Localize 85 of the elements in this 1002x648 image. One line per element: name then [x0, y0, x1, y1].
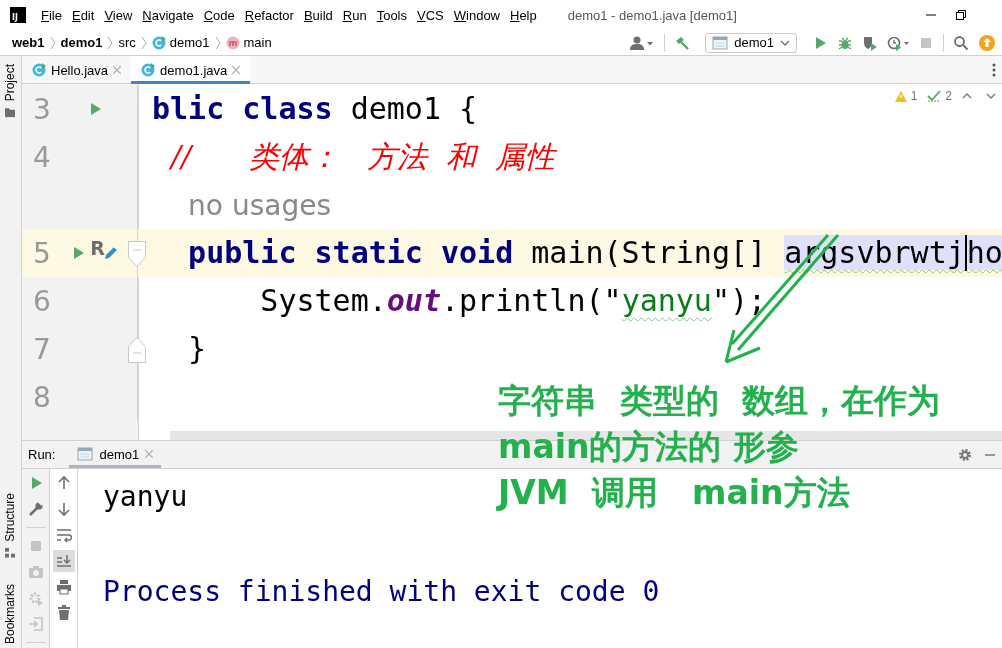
structure-icon — [5, 547, 16, 558]
breadcrumb[interactable]: web1 — [12, 35, 45, 50]
settings-icon[interactable] — [958, 447, 972, 462]
menu-item[interactable]: Edit — [66, 4, 100, 26]
separator-icon — [49, 35, 56, 50]
window-icon — [77, 447, 94, 461]
close-icon[interactable] — [113, 66, 122, 74]
method-icon — [225, 35, 240, 50]
line-number: 7 — [32, 332, 52, 366]
run-tab[interactable]: demo1 — [69, 441, 162, 468]
annotation-text: main的方法的 形参 — [498, 426, 799, 468]
weak-warning-count: 2 — [945, 89, 952, 103]
chevron-up-icon[interactable] — [962, 92, 972, 100]
tool-window-tab[interactable]: Bookmarks — [0, 579, 21, 648]
menu-item[interactable]: Tools — [371, 4, 412, 26]
print-icon[interactable] — [55, 579, 72, 595]
line-number: 8 — [32, 380, 52, 414]
breadcrumb[interactable]: demo1 — [169, 35, 210, 50]
menu-item[interactable]: Code — [198, 4, 240, 26]
menu-item[interactable]: File — [36, 4, 67, 26]
clock-run-icon[interactable] — [887, 34, 909, 51]
warning-count: 1 — [910, 89, 918, 103]
menu-item[interactable]: Window — [448, 4, 505, 26]
shield-run-icon[interactable] — [862, 34, 878, 51]
camera-icon[interactable] — [27, 564, 44, 580]
search-icon[interactable] — [953, 34, 969, 51]
code-line: System.out.println("yanyu"); — [259, 283, 767, 318]
gutter-label: R — [90, 238, 105, 258]
separator-icon — [140, 35, 147, 50]
line-number: 5 — [32, 236, 52, 270]
file-tab[interactable]: Hello.java — [22, 56, 132, 84]
menu-item[interactable]: Navigate — [137, 4, 199, 26]
breadcrumb[interactable]: demo1 — [60, 35, 103, 50]
window-title: demo1 - demo1.java [demo1] — [567, 7, 737, 23]
more-icon[interactable] — [992, 62, 996, 77]
folder-icon — [5, 107, 16, 118]
restore-icon[interactable] — [956, 10, 966, 20]
trash-icon[interactable] — [55, 605, 72, 621]
wrench-icon[interactable] — [27, 501, 44, 517]
annotation-text: JVM 调用 main方法 — [498, 472, 850, 514]
soft-wrap-icon[interactable] — [55, 527, 72, 543]
breadcrumb[interactable]: main — [243, 35, 272, 50]
gear-arrows-icon[interactable] — [27, 590, 44, 606]
chevron-down-icon — [780, 38, 790, 47]
code-line: // 类体： 方法 和 属性 — [168, 139, 556, 174]
user-icon[interactable] — [629, 34, 656, 51]
login-icon[interactable] — [27, 616, 44, 632]
line-number: 4 — [32, 140, 52, 174]
class-icon — [141, 63, 156, 77]
code-line: blic class demo1 { — [152, 91, 478, 126]
line-number: 3 — [32, 92, 52, 126]
warning-icon[interactable] — [894, 90, 907, 102]
menu-item[interactable]: Help — [505, 4, 542, 26]
window-icon — [712, 35, 729, 50]
menu-item[interactable]: View — [99, 4, 138, 26]
scroll-to-end-icon[interactable] — [52, 550, 75, 572]
console-line: yanyu — [103, 479, 188, 515]
class-icon — [32, 63, 46, 77]
fold-marker-icon[interactable] — [128, 241, 146, 267]
usage-hint[interactable]: no usages — [188, 189, 331, 222]
tool-window-tab[interactable]: Structure — [0, 489, 21, 562]
panel-title: Run: — [28, 447, 56, 462]
separator-icon — [214, 35, 221, 50]
hammer-icon[interactable] — [674, 34, 691, 51]
check-icon[interactable] — [927, 90, 942, 102]
menu-item[interactable]: Build — [298, 4, 338, 26]
separator-icon — [107, 35, 114, 50]
tool-window-tab[interactable]: Project — [0, 60, 21, 122]
menu-item[interactable]: VCS — [412, 4, 449, 26]
class-icon — [151, 35, 166, 50]
arrow-down-icon[interactable] — [55, 501, 72, 517]
console-line: Process finished with exit code 0 — [103, 574, 660, 610]
breadcrumb[interactable]: src — [118, 35, 136, 50]
annotation-text: 字符串 类型的 数组，在作为 — [498, 380, 940, 422]
close-icon[interactable] — [145, 450, 154, 458]
app-logo: IJ — [10, 7, 26, 23]
menu-item[interactable]: Run — [337, 4, 372, 26]
menu-item[interactable]: Refactor — [239, 4, 299, 26]
update-icon[interactable] — [978, 33, 996, 52]
line-number: 6 — [32, 284, 52, 318]
code-line: } — [187, 331, 207, 366]
chevron-down-icon[interactable] — [986, 92, 996, 100]
close-icon[interactable] — [232, 66, 241, 74]
run-config-dropdown[interactable]: demo1 — [705, 32, 797, 53]
file-tab[interactable]: demo1.java — [131, 56, 251, 84]
